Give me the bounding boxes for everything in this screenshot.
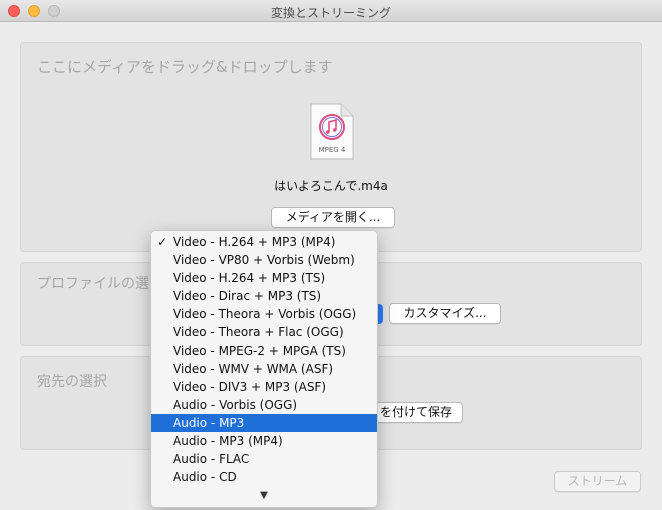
open-media-button[interactable]: メディアを開く... <box>271 207 395 228</box>
menu-item-profile[interactable]: Audio - MP3 <box>151 413 377 433</box>
menu-item-profile[interactable]: Video - WMV + WMA (ASF) <box>151 360 377 378</box>
drop-panel-label: ここにメディアをドラッグ&ドロップします <box>37 58 333 76</box>
scroll-down-arrow-icon[interactable]: ▼ <box>151 490 377 501</box>
menu-item-profile[interactable]: Video - DIV3 + MP3 (ASF) <box>151 378 377 396</box>
menu-item-label: Audio - MP3 (MP4) <box>173 434 283 449</box>
stream-button[interactable]: ストリーム <box>554 471 641 492</box>
menu-item-label: Audio - Vorbis (OGG) <box>173 397 298 412</box>
checkmark-icon: ✓ <box>157 235 168 249</box>
profile-dropdown-menu[interactable]: ✓ Video - H.264 + MP3 (MP4) Video - VP80 +… <box>150 230 378 508</box>
save-as-button[interactable]: を付けて保存 <box>365 402 463 423</box>
menu-item-label: Video - Dirac + MP3 (TS) <box>173 289 322 304</box>
menu-item-profile[interactable]: Audio - CD <box>151 468 377 486</box>
menu-item-label: Video - WMV + WMA (ASF) <box>173 361 334 376</box>
menu-item-label: Video - DIV3 + MP3 (ASF) <box>173 379 327 394</box>
menu-item-label: Video - Theora + Flac (OGG) <box>173 325 344 340</box>
profile-panel-label: プロファイルの選 <box>37 276 149 292</box>
convert-stream-window: 変換とストリーミング ここにメディアをドラッグ&ドロップします MPEG 4 は… <box>0 0 662 510</box>
menu-item-profile[interactable]: Video - Theora + Vorbis (OGG) <box>151 305 377 323</box>
menu-item-profile[interactable]: Video - H.264 + MP3 (TS) <box>151 269 377 287</box>
menu-item-profile[interactable]: ✓ Video - H.264 + MP3 (MP4) <box>151 233 377 251</box>
menu-item-profile[interactable]: Video - VP80 + Vorbis (Webm) <box>151 251 377 269</box>
window-title: 変換とストリーミング <box>270 6 391 20</box>
media-drop-panel[interactable]: ここにメディアをドラッグ&ドロップします MPEG 4 はいよろこんで.m4a … <box>20 42 642 252</box>
file-type-label: MPEG 4 <box>319 146 346 154</box>
menu-item-label: Video - H.264 + MP3 (MP4) <box>173 235 336 249</box>
customize-button[interactable]: カスタマイズ... <box>389 303 501 324</box>
menu-item-profile[interactable]: Video - MPEG-2 + MPGA (TS) <box>151 342 377 360</box>
menu-item-label: Video - H.264 + MP3 (TS) <box>173 271 326 286</box>
menu-item-label: Audio - CD <box>173 470 237 485</box>
menu-item-label: Audio - MP3 <box>173 415 245 430</box>
menu-item-profile[interactable]: Audio - FLAC <box>151 450 377 468</box>
destination-panel-label: 宛先の選択 <box>37 374 107 390</box>
menu-item-label: Video - MPEG-2 + MPGA (TS) <box>173 343 346 358</box>
menu-item-label: Video - Theora + Vorbis (OGG) <box>173 307 357 322</box>
menu-item-profile[interactable]: Video - Dirac + MP3 (TS) <box>151 287 377 305</box>
menu-item-profile[interactable]: Video - Theora + Flac (OGG) <box>151 323 377 341</box>
menu-item-profile[interactable]: Audio - MP3 (MP4) <box>151 432 377 450</box>
mpeg4-audio-file-icon: MPEG 4 <box>310 103 354 160</box>
menu-item-label: Video - VP80 + Vorbis (Webm) <box>173 253 355 268</box>
menu-item-profile[interactable]: Audio - Vorbis (OGG) <box>151 396 377 414</box>
menu-item-label: Audio - FLAC <box>173 452 250 467</box>
file-name: はいよろこんで.m4a <box>274 179 388 193</box>
title-bar[interactable]: 変換とストリーミング <box>0 0 662 22</box>
